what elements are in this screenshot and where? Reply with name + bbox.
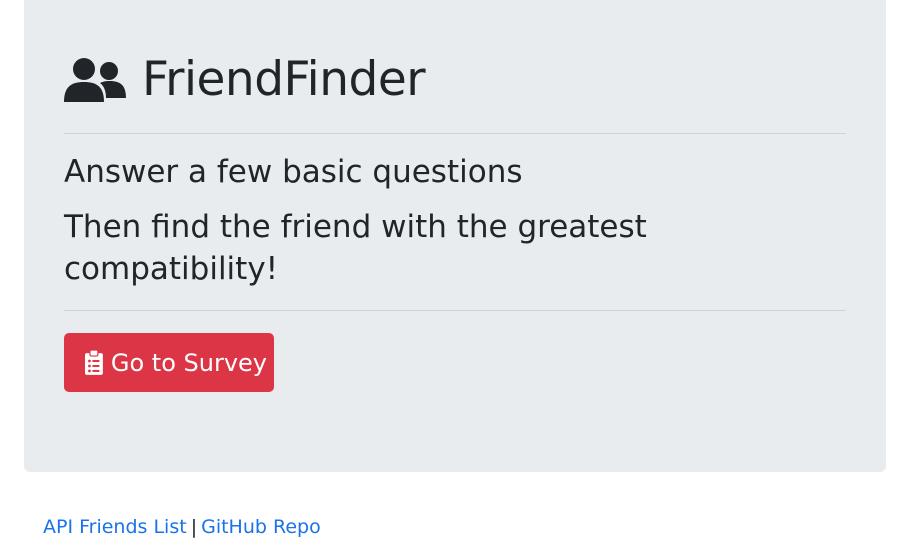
intro-line-1: Answer a few basic questions xyxy=(64,154,523,190)
footer: API Friends List | GitHub Repo xyxy=(43,516,321,538)
page-title: FriendFinder xyxy=(142,52,426,107)
page-header: FriendFinder xyxy=(64,52,426,107)
api-friends-list-link[interactable]: API Friends List xyxy=(43,516,187,538)
go-to-survey-label: Go to Survey xyxy=(110,348,267,377)
jumbotron: FriendFinder Answer a few basic question… xyxy=(24,0,886,472)
go-to-survey-button[interactable]: Go to Survey xyxy=(64,333,274,392)
users-icon xyxy=(64,57,126,102)
github-repo-link[interactable]: GitHub Repo xyxy=(201,516,321,538)
intro-line-2: Then find the friend with the greatest c… xyxy=(64,209,647,287)
divider xyxy=(64,133,846,134)
footer-separator: | xyxy=(190,516,198,538)
divider xyxy=(64,310,846,311)
clipboard-list-icon xyxy=(85,350,103,375)
